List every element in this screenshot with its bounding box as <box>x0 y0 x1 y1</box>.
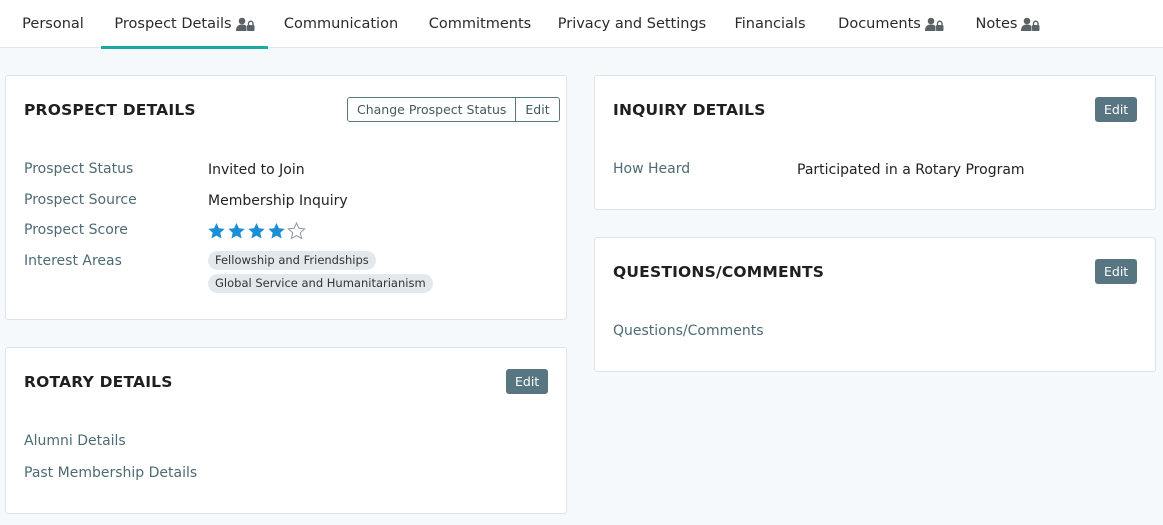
questions-comments-label: Questions/Comments <box>613 323 764 339</box>
questions-comments-title: QUESTIONS/COMMENTS <box>613 263 825 281</box>
user-lock-icon <box>924 17 944 31</box>
tab-commitments[interactable]: Commitments <box>414 0 546 48</box>
edit-questions-button[interactable]: Edit <box>1095 259 1138 284</box>
how-heard-label: How Heard <box>613 161 691 177</box>
tab-label: Notes <box>975 16 1018 32</box>
tab-bar: Personal Prospect Details Communication … <box>0 0 1163 49</box>
prospect-details-title: PROSPECT DETAILS <box>24 101 196 119</box>
inquiry-details-title: INQUIRY DETAILS <box>613 101 766 119</box>
edit-inquiry-button[interactable]: Edit <box>1095 97 1138 122</box>
past-membership-details-link[interactable]: Past Membership Details <box>24 465 197 481</box>
user-lock-icon <box>235 17 255 31</box>
tab-personal[interactable]: Personal <box>6 0 100 48</box>
star-filled-icon[interactable] <box>227 222 246 240</box>
tab-notes[interactable]: Notes <box>960 0 1056 48</box>
star-filled-icon[interactable] <box>247 222 266 240</box>
tab-label: Privacy and Settings <box>557 16 707 32</box>
prospect-score-label: Prospect Score <box>24 222 128 238</box>
tab-label: Personal <box>22 16 84 32</box>
tab-documents[interactable]: Documents <box>824 0 958 48</box>
tab-label: Prospect Details <box>114 16 232 32</box>
how-heard-value: Participated in a Rotary Program <box>797 162 1025 178</box>
interest-areas-label: Interest Areas <box>24 253 122 269</box>
tab-label: Communication <box>283 16 399 32</box>
prospect-source-value: Membership Inquiry <box>208 193 348 209</box>
alumni-details-link[interactable]: Alumni Details <box>24 433 126 449</box>
user-lock-icon <box>1021 17 1040 31</box>
rotary-details-title: ROTARY DETAILS <box>24 373 173 391</box>
tab-label: Financials <box>734 16 806 32</box>
tab-financials[interactable]: Financials <box>718 0 822 48</box>
questions-comments-card: QUESTIONS/COMMENTS Edit Questions/Commen… <box>594 237 1156 372</box>
star-filled-icon[interactable] <box>207 222 226 240</box>
prospect-actions: Change Prospect Status Edit <box>347 97 560 122</box>
tab-label: Commitments <box>428 16 532 32</box>
inquiry-details-card: INQUIRY DETAILS Edit How Heard Participa… <box>594 75 1156 210</box>
interest-chip: Global Service and Humanitarianism <box>208 274 433 293</box>
edit-rotary-button[interactable]: Edit <box>506 369 549 394</box>
star-filled-icon[interactable] <box>267 222 286 240</box>
prospect-score-stars <box>207 222 306 240</box>
prospect-source-label: Prospect Source <box>24 192 137 208</box>
tab-label: Documents <box>838 16 921 32</box>
star-empty-icon[interactable] <box>287 222 306 240</box>
tab-prospect-details[interactable]: Prospect Details <box>101 0 268 49</box>
prospect-status-label: Prospect Status <box>24 161 134 177</box>
interest-chip: Fellowship and Friendships <box>208 251 376 270</box>
prospect-status-value: Invited to Join <box>208 162 305 178</box>
rotary-details-card: ROTARY DETAILS Edit Alumni Details Past … <box>5 347 567 514</box>
tab-communication[interactable]: Communication <box>270 0 412 48</box>
tab-privacy-settings[interactable]: Privacy and Settings <box>548 0 716 48</box>
change-prospect-status-button[interactable]: Change Prospect Status <box>348 98 516 121</box>
prospect-details-card: PROSPECT DETAILS Change Prospect Status … <box>5 75 567 320</box>
edit-prospect-button[interactable]: Edit <box>515 98 559 121</box>
